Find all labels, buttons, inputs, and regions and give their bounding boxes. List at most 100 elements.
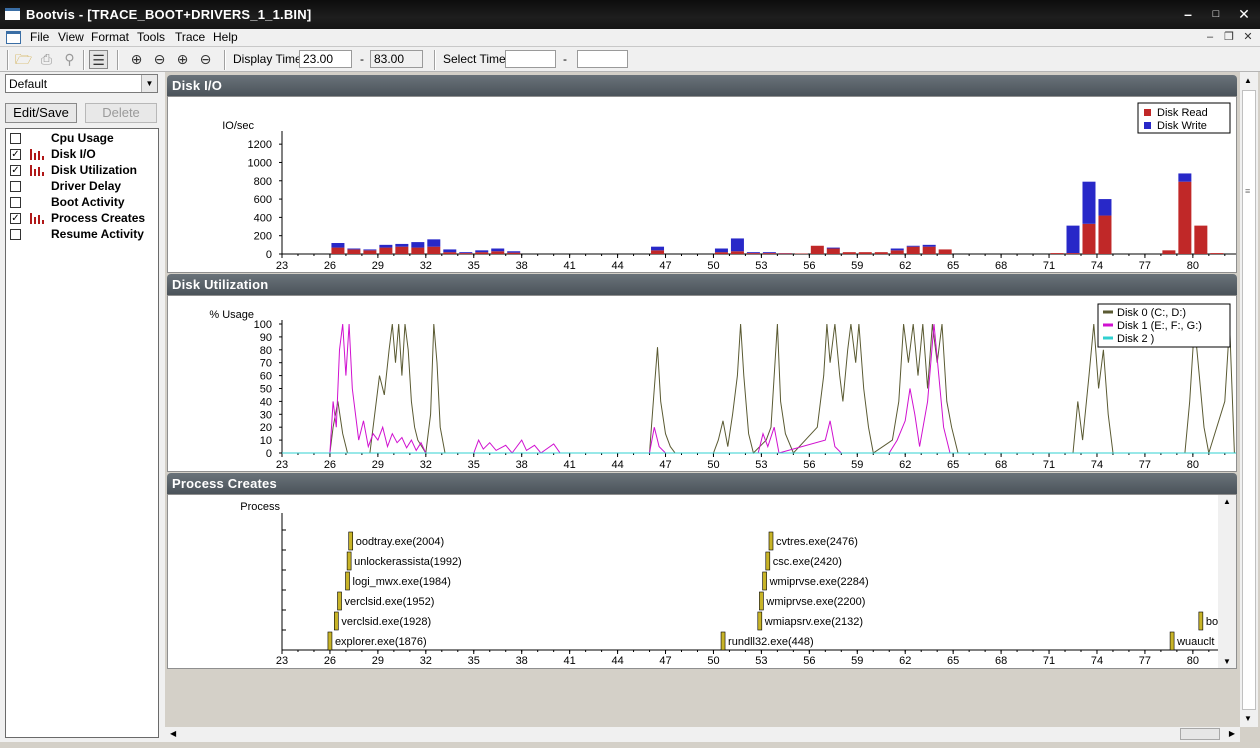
process-vscroll[interactable]: ▲ ▼ (1220, 495, 1235, 668)
disk-write-bar (411, 242, 425, 248)
zoom-full-icon[interactable]: ⊖ (196, 50, 215, 69)
graph-list-label: Driver Delay (51, 179, 122, 193)
print-preview-icon[interactable]: ⚲ (60, 50, 79, 69)
mdi-close-icon[interactable]: ✕ (1241, 29, 1255, 45)
disk-write-bar (395, 243, 409, 247)
legend-label: Disk 1 (E:, F:, G:) (1117, 320, 1202, 332)
preset-select[interactable]: Default ▼ (5, 74, 158, 93)
graph-list-item[interactable]: Driver Delay (6, 178, 158, 194)
scroll-left-icon[interactable]: ◀ (170, 729, 176, 738)
process-marker (1169, 631, 1175, 651)
main-hscroll[interactable]: ◀ ▶ (165, 727, 1240, 742)
disk-io-pane: Disk I/O 23 26 29 32 35 38 41 44 47 50 53 56 59 62 65 6… (167, 75, 1242, 273)
disk-write-bar (331, 243, 345, 248)
disk-read-bar (1098, 215, 1112, 254)
graph-list-item[interactable]: ✓ Disk Utilization (6, 162, 158, 178)
legend-label: Disk Write (1157, 120, 1207, 132)
graph-list-item[interactable]: ✓ Process Creates (6, 210, 158, 226)
main-vscroll[interactable]: ▲ ≡ ▼ (1240, 72, 1258, 727)
process-label: wmiprvse.exe(2200) (765, 596, 865, 608)
minimize-icon[interactable]: – (1180, 6, 1196, 22)
zoom-in-icon[interactable]: ⊕ (127, 50, 146, 69)
select-time-label: Select Time (443, 52, 506, 66)
delete-button[interactable]: Delete (85, 103, 157, 123)
x-tick-label: 35 (468, 260, 480, 272)
x-tick-label: 41 (564, 260, 576, 272)
checkbox[interactable] (10, 229, 21, 240)
list-view-icon[interactable]: ☰ (89, 50, 108, 69)
disk-read-bar (858, 252, 872, 254)
edit-save-button[interactable]: Edit/Save (5, 103, 77, 123)
sidebar: Default ▼ Edit/Save Delete Cpu Usage ✓ Dis… (0, 72, 165, 748)
graph-list-item[interactable]: ✓ Disk I/O (6, 146, 158, 162)
graph-list-item[interactable]: Resume Activity (6, 226, 158, 242)
graph-list-item[interactable]: Boot Activity (6, 194, 158, 210)
print-icon[interactable]: ⎙ (37, 50, 56, 69)
hscroll-thumb[interactable] (1180, 728, 1220, 740)
process-label: rundll32.exe(448) (728, 636, 814, 648)
display-start-input[interactable] (299, 50, 352, 68)
scroll-right-icon[interactable]: ▶ (1229, 729, 1235, 738)
graph-list-item[interactable]: Cpu Usage (6, 130, 158, 146)
process-label: wmiapsrv.exe(2132) (764, 616, 863, 628)
disk-read-bar (427, 246, 441, 254)
zoom-out-icon[interactable]: ⊖ (150, 50, 169, 69)
disk-util-body: 23 26 29 32 35 38 41 44 47 50 53 56 59 62 65 68 71 74 77 80… (167, 295, 1242, 472)
checkbox[interactable] (10, 133, 21, 144)
process-marker (327, 631, 333, 651)
scroll-down-icon[interactable]: ▼ (1223, 657, 1231, 666)
scroll-up-icon[interactable]: ▲ (1244, 76, 1252, 85)
disk-write-bar (507, 251, 521, 253)
scroll-down-icon[interactable]: ▼ (1244, 714, 1252, 723)
x-tick-label: 80 (1187, 459, 1199, 471)
checkbox[interactable]: ✓ (10, 149, 21, 160)
process-label: cvtres.exe(2476) (776, 536, 858, 548)
maximize-icon[interactable]: □ (1208, 6, 1224, 22)
checkbox[interactable]: ✓ (10, 213, 21, 224)
graph-list-label: Disk Utilization (51, 163, 138, 177)
x-tick-label: 80 (1187, 655, 1199, 667)
disk-write-bar (491, 248, 505, 252)
x-tick-label: 50 (707, 459, 719, 471)
select-start-input[interactable] (505, 50, 556, 68)
x-tick-label: 32 (420, 655, 432, 667)
x-tick-label: 62 (899, 260, 911, 272)
menu-tools[interactable]: Tools (137, 30, 165, 44)
select-end-input[interactable] (577, 50, 628, 68)
menu-format[interactable]: Format (91, 30, 129, 44)
disk-write-bar (1066, 225, 1080, 254)
disk-read-bar (890, 250, 904, 254)
disk-write-bar (347, 248, 361, 250)
checkbox[interactable] (10, 197, 21, 208)
close-icon[interactable]: ✕ (1236, 6, 1252, 22)
process-label: verclsid.exe(1952) (345, 596, 435, 608)
disk-write-bar (762, 252, 776, 254)
status-bar (0, 742, 1260, 748)
y-tick-label: 60 (260, 371, 272, 383)
zoom-selection-icon[interactable]: ⊕ (173, 50, 192, 69)
mdi-minimize-icon[interactable]: – (1203, 29, 1217, 45)
process-label: unlockerassista(1992) (354, 556, 462, 568)
menu-trace[interactable]: Trace (175, 30, 205, 44)
scroll-up-icon[interactable]: ▲ (1223, 497, 1231, 506)
graph-list-label: Cpu Usage (51, 131, 114, 145)
menu-help[interactable]: Help (213, 30, 238, 44)
process-label: explorer.exe(1876) (335, 636, 427, 648)
disk-read-bar (331, 247, 345, 254)
checkbox[interactable] (10, 181, 21, 192)
disk-read-bar (922, 246, 936, 254)
menu-view[interactable]: View (58, 30, 84, 44)
display-end-input[interactable] (370, 50, 423, 68)
process-marker (720, 631, 726, 651)
checkbox[interactable]: ✓ (10, 165, 21, 176)
disk-write-bar (427, 239, 441, 247)
chevron-down-icon[interactable]: ▼ (141, 75, 157, 92)
x-tick-label: 56 (803, 655, 815, 667)
x-tick-label: 41 (564, 459, 576, 471)
x-tick-label: 26 (324, 655, 336, 667)
menu-file[interactable]: File (30, 30, 49, 44)
vscroll-thumb[interactable]: ≡ (1242, 90, 1256, 710)
open-folder-icon[interactable]: 🗁 (14, 50, 33, 69)
mdi-restore-icon[interactable]: ❐ (1222, 29, 1236, 45)
toolbar-separator (117, 50, 119, 70)
